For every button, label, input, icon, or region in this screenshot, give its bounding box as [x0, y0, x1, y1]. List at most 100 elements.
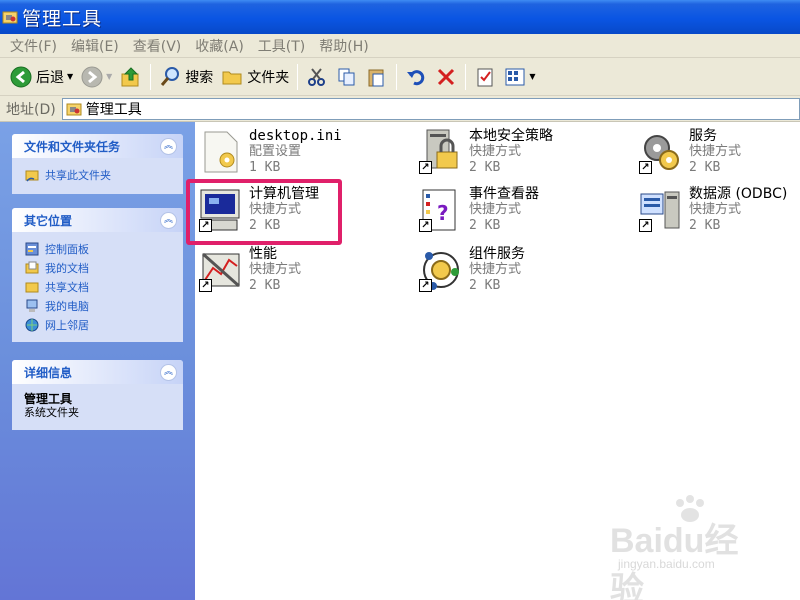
link-label: 我的电脑 [45, 299, 89, 313]
file-item[interactable]: ↗ 性能 快捷方式 2 KB [197, 246, 301, 294]
shared-documents-icon [24, 279, 40, 295]
back-arrow-icon [10, 66, 32, 88]
back-label: 后退 [36, 69, 64, 86]
title-bar[interactable]: 管理工具 [0, 0, 800, 34]
menu-tools[interactable]: 工具(T) [252, 36, 313, 56]
menu-help[interactable]: 帮助(H) [313, 36, 376, 56]
component-services-icon: ↗ [417, 246, 465, 294]
address-input[interactable]: 管理工具 [61, 97, 800, 120]
paste-button[interactable] [362, 62, 392, 92]
properties-button[interactable] [470, 62, 500, 92]
file-name: 性能 [249, 246, 277, 262]
file-type: 快捷方式 [249, 262, 302, 277]
shortcut-arrow-icon: ↗ [639, 161, 652, 174]
shortcut-arrow-icon: ↗ [639, 219, 652, 232]
copy-button[interactable] [332, 62, 362, 92]
menu-view[interactable]: 查看(V) [127, 36, 190, 56]
menu-file[interactable]: 文件(F) [4, 36, 65, 56]
panel-title: 详细信息 [24, 365, 73, 380]
search-button[interactable]: 搜索 [155, 62, 217, 92]
window-title: 管理工具 [22, 7, 103, 30]
panel-header[interactable]: 其它位置 ︽ [12, 208, 183, 232]
file-name: 组件服务 [469, 246, 525, 262]
file-size: 2 KB [689, 160, 721, 175]
link-label: 控制面板 [45, 242, 89, 256]
shared-documents-link[interactable]: 共享文档 [24, 277, 175, 296]
panel-header[interactable]: 详细信息 ︽ [12, 360, 183, 384]
file-name: desktop.ini [249, 128, 342, 144]
file-item[interactable]: desktop.ini 配置设置 1 KB [197, 128, 342, 176]
shortcut-arrow-icon: ↗ [419, 161, 432, 174]
file-name: 本地安全策略 [469, 128, 553, 144]
file-type: 快捷方式 [469, 144, 522, 159]
other-places-panel: 其它位置 ︽ 控制面板 我的文档 共享文档 我的电脑 网上邻居 [12, 208, 183, 342]
performance-icon: ↗ [197, 246, 245, 294]
share-folder-icon [24, 167, 40, 183]
scissors-icon [306, 66, 328, 88]
undo-button[interactable] [401, 62, 431, 92]
forward-arrow-icon [81, 66, 103, 88]
odbc-icon: ↗ [637, 186, 685, 234]
file-size: 2 KB [469, 218, 501, 233]
my-computer-icon [24, 298, 40, 314]
panel-title: 其它位置 [24, 213, 73, 228]
computer-management-icon: ↗ [197, 186, 245, 234]
file-size: 2 KB [249, 218, 281, 233]
copy-icon [336, 66, 358, 88]
views-button[interactable]: ▼ [500, 62, 539, 92]
back-button[interactable]: 后退 ▼ [6, 62, 77, 92]
file-name: 事件查看器 [469, 186, 539, 202]
network-link[interactable]: 网上邻居 [24, 315, 175, 334]
share-folder-link[interactable]: 共享此文件夹 [24, 165, 175, 184]
link-label: 共享此文件夹 [45, 168, 111, 182]
panel-title: 文件和文件夹任务 [24, 139, 121, 154]
folders-button[interactable]: 文件夹 [217, 62, 293, 92]
toolbar: 后退 ▼ ▼ 搜索 文件夹 ▼ [0, 58, 800, 96]
my-documents-icon [24, 260, 40, 276]
forward-button[interactable]: ▼ [77, 62, 116, 92]
forward-dropdown-icon[interactable]: ▼ [106, 72, 112, 81]
up-folder-icon [120, 66, 142, 88]
delete-button[interactable] [431, 62, 461, 92]
toolbar-separator [465, 63, 467, 90]
collapse-chevron-icon[interactable]: ︽ [160, 211, 177, 229]
folders-icon [221, 66, 243, 88]
file-item[interactable]: ↗ 本地安全策略 快捷方式 2 KB [417, 128, 553, 176]
file-folder-tasks-panel: 文件和文件夹任务 ︽ 共享此文件夹 [12, 134, 183, 194]
menu-favorites[interactable]: 收藏(A) [189, 36, 252, 56]
watermark-url: jingyan.baidu.com [618, 557, 715, 571]
shortcut-arrow-icon: ↗ [199, 279, 212, 292]
config-file-icon [197, 128, 245, 176]
task-pane: 文件和文件夹任务 ︽ 共享此文件夹 其它位置 ︽ 控制面板 我的文档 共享文档 … [0, 122, 195, 600]
shortcut-arrow-icon: ↗ [199, 219, 212, 232]
my-computer-link[interactable]: 我的电脑 [24, 296, 175, 315]
file-type: 快捷方式 [249, 202, 302, 217]
up-folder-button[interactable] [116, 62, 146, 92]
delete-x-icon [435, 66, 457, 88]
menu-edit[interactable]: 编辑(E) [65, 36, 127, 56]
watermark-text: Baidu经验 [610, 522, 739, 600]
panel-header[interactable]: 文件和文件夹任务 ︽ [12, 134, 183, 158]
collapse-chevron-icon[interactable]: ︽ [160, 363, 177, 381]
file-item[interactable]: ↗ 数据源 (ODBC) 快捷方式 2 KB [637, 186, 787, 234]
file-item[interactable]: ↗ 服务 快捷方式 2 KB [637, 128, 741, 176]
file-item[interactable]: ? ↗ 事件查看器 快捷方式 2 KB [417, 186, 539, 234]
collapse-chevron-icon[interactable]: ︽ [160, 137, 177, 155]
folder-tools-icon [65, 100, 83, 118]
views-grid-icon [504, 66, 526, 88]
cut-button[interactable] [302, 62, 332, 92]
link-label: 网上邻居 [45, 318, 89, 332]
address-label: 地址(D) [6, 101, 56, 118]
file-item[interactable]: ↗ 组件服务 快捷方式 2 KB [417, 246, 525, 294]
detail-name: 管理工具 [24, 392, 73, 406]
back-dropdown-icon[interactable]: ▼ [67, 72, 73, 81]
network-icon [24, 317, 40, 333]
views-dropdown-icon[interactable]: ▼ [529, 72, 535, 81]
file-item[interactable]: ↗ 计算机管理 快捷方式 2 KB [197, 186, 319, 234]
file-view: desktop.ini 配置设置 1 KB ↗ 本地安全策略 快捷方式 2 KB… [186, 122, 800, 600]
control-panel-link[interactable]: 控制面板 [24, 239, 175, 258]
menu-bar: 文件(F) 编辑(E) 查看(V) 收藏(A) 工具(T) 帮助(H) [0, 34, 800, 58]
search-icon [159, 66, 181, 88]
file-type: 快捷方式 [469, 262, 522, 277]
my-documents-link[interactable]: 我的文档 [24, 258, 175, 277]
